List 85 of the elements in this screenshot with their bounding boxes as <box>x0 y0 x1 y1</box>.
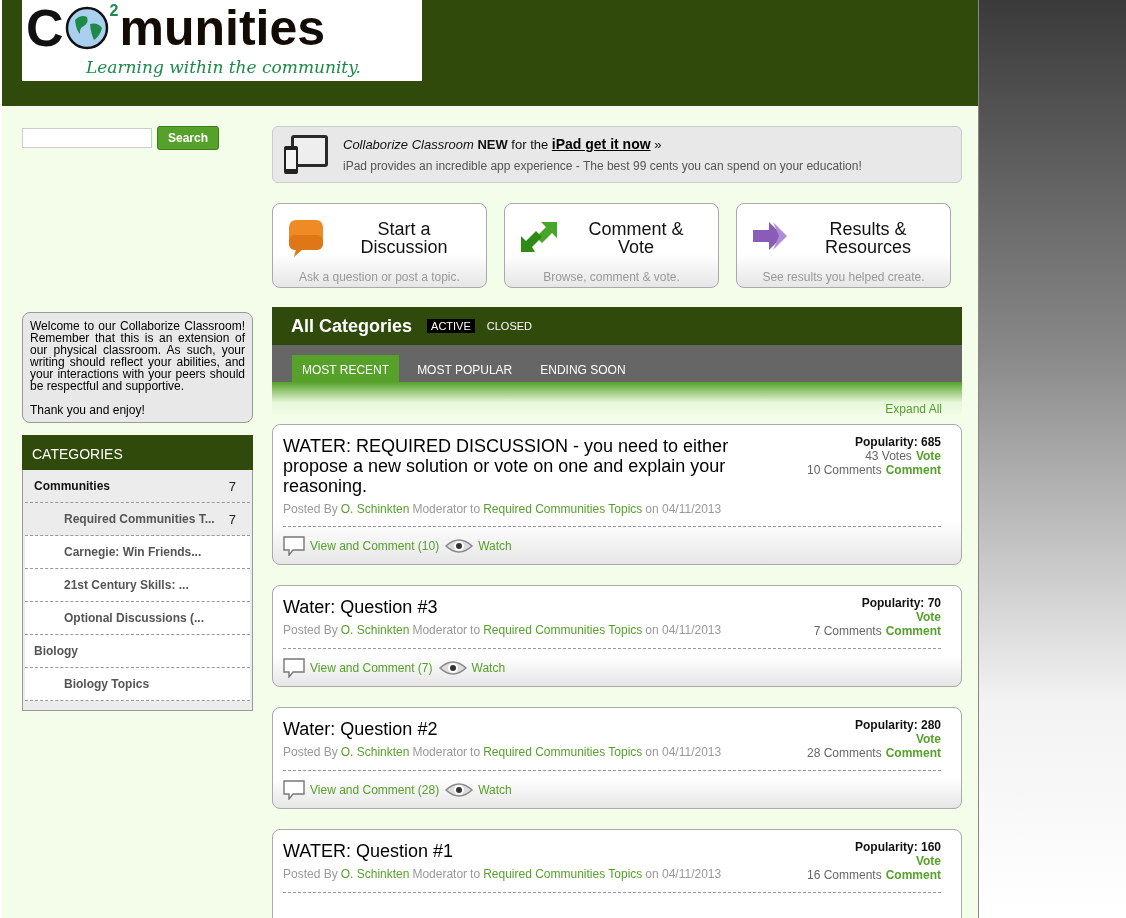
welcome-text: Thank you and enjoy! <box>30 404 146 416</box>
category-item[interactable]: Required Communities T... 7 <box>25 503 250 536</box>
logo-text: C <box>26 0 64 56</box>
to-label: to <box>470 745 481 759</box>
categories-header: CATEGORIES <box>22 435 253 470</box>
comments-count: 28 Comments <box>806 746 882 760</box>
view-comment-link[interactable]: View and Comment (10) <box>283 536 440 556</box>
category-link[interactable]: Required Communities Topics <box>483 867 643 881</box>
logo-text: munities <box>119 0 326 56</box>
to-label: to <box>470 867 481 881</box>
ipad-link[interactable]: iPad get it now <box>551 136 651 152</box>
speech-bubble-icon <box>283 780 305 800</box>
category-link[interactable]: Required Communities Topics <box>483 502 643 516</box>
sort-tab[interactable]: MOST POPULAR <box>407 355 523 382</box>
author-link[interactable]: O. Schinkten <box>340 745 410 759</box>
comment-link[interactable]: Comment <box>885 624 941 638</box>
author-link[interactable]: O. Schinkten <box>340 867 410 881</box>
view-comment-link[interactable]: View and Comment (7) <box>283 658 433 678</box>
posted-by-label: Posted By <box>283 623 338 637</box>
search-button[interactable]: Search <box>157 126 219 150</box>
vote-link[interactable]: Vote <box>915 449 941 463</box>
comments-count: 16 Comments <box>806 868 882 882</box>
role-label: Moderator <box>412 745 468 759</box>
promo-title: Collaborize Classroom NEW for the iPad get it now » <box>343 136 663 152</box>
watch-link[interactable]: Watch <box>438 660 506 676</box>
to-label: to <box>470 502 481 516</box>
sort-tab[interactable]: MOST RECENT <box>292 355 400 382</box>
popularity-label: Popularity: 160 <box>853 840 941 854</box>
topic-title[interactable]: WATER: Question #1 <box>283 841 763 861</box>
tablet-phone-icon <box>283 133 329 176</box>
eye-icon <box>438 660 467 676</box>
speech-bubble-icon <box>283 536 305 556</box>
vote-link[interactable]: Vote <box>915 854 941 868</box>
popularity-label: Popularity: 685 <box>853 435 941 449</box>
watch-link[interactable]: Watch <box>445 538 512 554</box>
promo-subtitle: iPad provides an incredible app experience - The best 99 cents you can spend on your education! <box>343 159 862 173</box>
welcome-text: Welcome to our Collaborize Classroom! Remember that this is an extension of our physical classroom. As such, your writing should reflect your abilities, and your interactions with your peers should be respectful and supportive. <box>30 320 245 392</box>
posted-by-label: Posted By <box>283 867 338 881</box>
action-button[interactable]: Comment & Vote Browse, comment & vote. <box>504 203 719 288</box>
action-button[interactable]: Results & Resources See results you helped create. <box>736 203 951 288</box>
date-label: on 04/11/2013 <box>645 502 722 516</box>
date-label: on 04/11/2013 <box>645 623 722 637</box>
category-item[interactable]: Communities 7 <box>25 470 250 503</box>
topic-title[interactable]: WATER: REQUIRED DISCUSSION - you need to either propose a new solution or vote on one and explain your reasoning. <box>283 436 763 496</box>
topic-title[interactable]: Water: Question #3 <box>283 597 763 617</box>
category-link[interactable]: Required Communities Topics <box>483 623 643 637</box>
comment-link[interactable]: Comment <box>885 746 941 760</box>
posted-by-label: Posted By <box>283 502 338 516</box>
role-label: Moderator <box>412 867 468 881</box>
expand-all-link[interactable]: Expand All <box>885 402 942 416</box>
comments-count: 10 Comments <box>806 463 882 477</box>
watch-link[interactable]: Watch <box>445 782 512 798</box>
category-count: 7 <box>228 511 236 527</box>
category-count: 7 <box>228 478 236 494</box>
topic-title[interactable]: Water: Question #2 <box>283 719 763 739</box>
category-link[interactable]: Required Communities Topics <box>483 745 643 759</box>
author-link[interactable]: O. Schinkten <box>340 502 410 516</box>
speech-bubble-icon <box>283 658 305 678</box>
action-button[interactable]: Start a Discussion Ask a question or post a topic. <box>272 203 487 288</box>
posted-by-label: Posted By <box>283 745 338 759</box>
vote-link[interactable]: Vote <box>915 610 941 624</box>
comments-count: 7 Comments <box>813 624 882 638</box>
role-label: Moderator <box>412 502 468 516</box>
logo-tagline: Learning within the community. <box>86 56 362 78</box>
date-label: on 04/11/2013 <box>645 867 722 881</box>
author-link[interactable]: O. Schinkten <box>340 623 410 637</box>
comment-link[interactable]: Comment <box>885 868 941 882</box>
role-label: Moderator <box>412 623 468 637</box>
view-comment-link[interactable]: View and Comment (28) <box>283 780 440 800</box>
logo-superscript: 2 <box>109 2 119 20</box>
votes-count: 43 Votes <box>865 449 912 463</box>
date-label: on 04/11/2013 <box>645 745 722 759</box>
eye-icon <box>445 782 474 798</box>
popularity-label: Popularity: 70 <box>860 596 941 610</box>
to-label: to <box>470 623 481 637</box>
vote-link[interactable]: Vote <box>915 732 941 746</box>
board-title: All Categories <box>291 315 413 337</box>
sort-tab[interactable]: ENDING SOON <box>530 355 636 382</box>
eye-icon <box>445 538 474 554</box>
comment-link[interactable]: Comment <box>885 463 941 477</box>
search-field[interactable] <box>22 128 152 148</box>
filter-tab[interactable]: ACTIVE <box>427 319 475 333</box>
popularity-label: Popularity: 280 <box>853 718 941 732</box>
filter-tab[interactable]: CLOSED <box>482 319 537 333</box>
globe-icon <box>64 6 109 50</box>
